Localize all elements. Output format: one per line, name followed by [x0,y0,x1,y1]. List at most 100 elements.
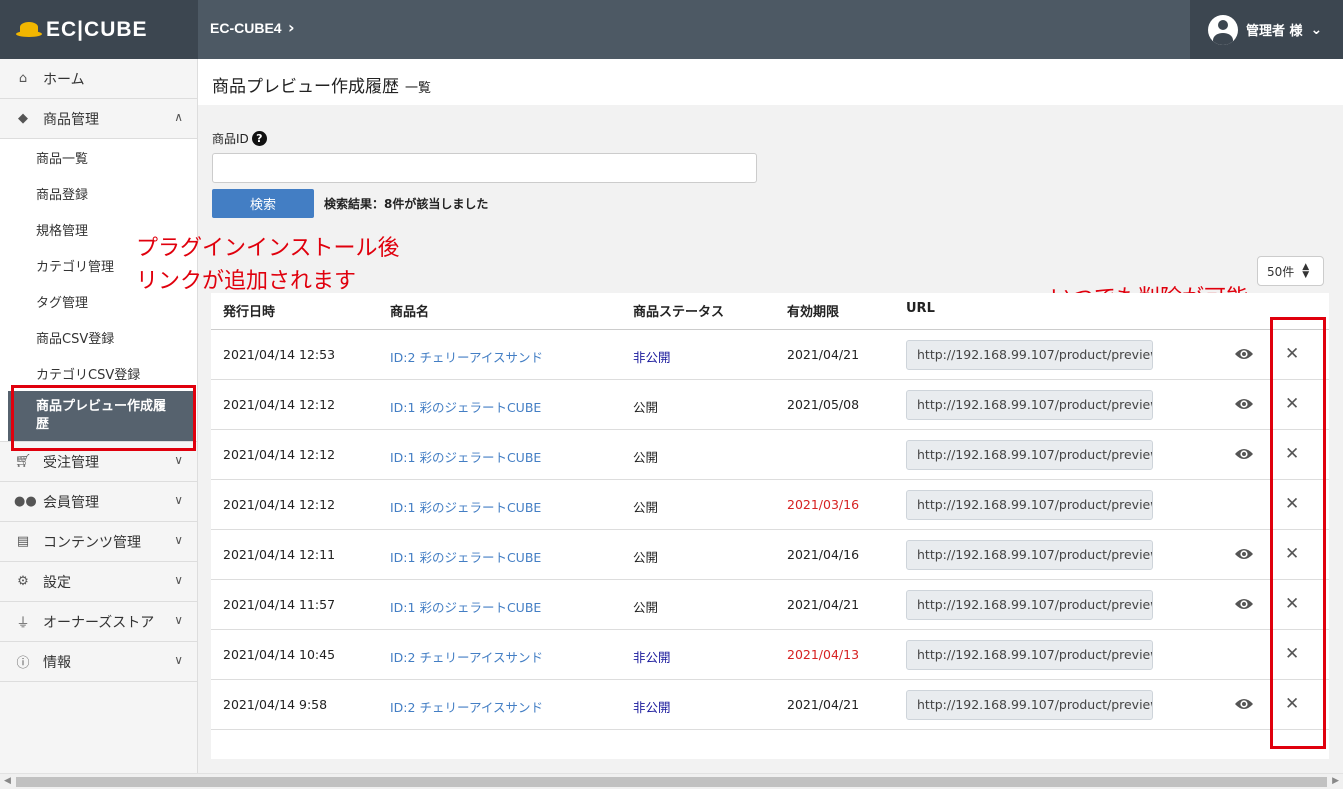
horizontal-scrollbar[interactable]: ◀ ▶ [0,773,1343,789]
row-url-field[interactable]: http://192.168.99.107/product/preview/9 [906,690,1153,720]
submenu-product-register[interactable]: 商品登録 [0,175,197,211]
question-icon[interactable]: ? [251,131,267,146]
eye-icon[interactable] [1234,596,1254,612]
home-icon: ⌂ [18,71,28,86]
row-product-link[interactable]: ID:1 彩のジェラートCUBE [390,497,541,516]
sidebar-item-home[interactable]: ⌂ ホーム [0,59,197,99]
row-url-field[interactable]: http://192.168.99.107/product/preview/a [906,490,1153,520]
row-date: 2021/04/14 9:58 [223,697,328,712]
row-status: 公開 [633,400,659,415]
row-url-field[interactable]: http://192.168.99.107/product/preview/a [906,440,1153,470]
per-page-value: 50件 [1267,264,1295,279]
chevron-down-icon: ⌄ [1310,21,1323,38]
top-header: EC|CUBE EC-CUBE4 › 管理者 様 ⌄ [0,0,1343,59]
user-menu[interactable]: 管理者 様 ⌄ [1190,0,1343,59]
row-expiry: 2021/04/13 [787,647,860,662]
chevron-down-icon: ∨ [174,573,183,587]
select-arrows-icon: ▲ ▼ [1302,262,1310,280]
product-id-label-text: 商品ID [212,132,249,146]
row-url-field[interactable]: http://192.168.99.107/product/preview/f [906,590,1153,620]
chevron-up-icon: ∧ [174,110,183,124]
table-row: 2021/04/14 12:11 ID:1 彩のジェラートCUBE 公開 2021/0… [211,530,1329,580]
row-date: 2021/04/14 12:12 [223,397,336,412]
eye-icon[interactable] [1234,446,1254,462]
row-product-link[interactable]: ID:1 彩のジェラートCUBE [390,597,541,616]
row-product-link[interactable]: ID:1 彩のジェラートCUBE [390,547,541,566]
row-status: 非公開 [633,350,671,365]
row-url-field[interactable]: http://192.168.99.107/product/preview/6 [906,390,1153,420]
row-url-field[interactable]: http://192.168.99.107/product/preview/e [906,640,1153,670]
row-expiry: 2021/04/21 [787,697,860,712]
header-url: URL [906,301,935,316]
box-icon: ◆ [18,111,28,126]
submenu-product-list[interactable]: 商品一覧 [0,139,197,175]
chevron-down-icon: ∨ [174,493,183,507]
user-name: 管理者 様 [1246,24,1303,39]
chevron-down-icon: ∨ [174,453,183,467]
table-row: 2021/04/14 12:12 ID:1 彩のジェラートCUBE 公開 2021/0… [211,380,1329,430]
per-page-select[interactable]: 50件 ▲ ▼ [1257,256,1324,286]
header-date: 発行日時 [223,305,276,320]
logo-text: EC|CUBE [46,17,148,41]
sidebar-item-owners-store[interactable]: ⏚ オーナーズストア ∨ [0,602,197,642]
header-expiry: 有効期限 [787,305,840,320]
page-title: 商品プレビュー作成履歴 一覧 [212,72,431,97]
row-expiry: 2021/04/21 [787,347,860,362]
page-title-text: 商品プレビュー作成履歴 [212,77,399,97]
sidebar-item-settings[interactable]: ⚙ 設定 ∨ [0,562,197,602]
cube-hat-icon [16,20,42,40]
table-row: 2021/04/14 9:58 ID:2 チェリーアイスサンド 非公開 2021/04… [211,680,1329,730]
submenu-product-csv[interactable]: 商品CSV登録 [0,319,197,355]
scroll-right-arrow-icon[interactable]: ▶ [1332,776,1339,786]
scrollbar-thumb[interactable] [16,777,1327,787]
row-date: 2021/04/14 11:57 [223,597,336,612]
search-result-text: 検索結果：8件が該当しました [324,197,489,211]
header-status: 商品ステータス [633,305,725,320]
row-product-link[interactable]: ID:2 チェリーアイスサンド [390,647,543,666]
info-icon: ⓘ [16,656,30,671]
preview-history-table: 発行日時 商品名 商品ステータス 有効期限 URL 2021/04/14 12:… [211,293,1329,759]
table-row: 2021/04/14 12:12 ID:1 彩のジェラートCUBE 公開 http:/… [211,430,1329,480]
annotation-box-delete-column [1270,317,1326,749]
row-expiry: 2021/04/21 [787,597,860,612]
row-status: 公開 [633,500,659,515]
row-date: 2021/04/14 12:11 [223,547,336,562]
row-date: 2021/04/14 10:45 [223,647,336,662]
search-button[interactable]: 検索 [212,189,314,218]
gear-icon: ⚙ [17,574,29,589]
eye-icon[interactable] [1234,346,1254,362]
scroll-left-arrow-icon[interactable]: ◀ [4,776,11,786]
row-product-link[interactable]: ID:1 彩のジェラートCUBE [390,397,541,416]
row-product-link[interactable]: ID:2 チェリーアイスサンド [390,697,543,716]
sidebar-item-contents[interactable]: ▤ コンテンツ管理 ∨ [0,522,197,562]
sidebar-item-members[interactable]: ●● 会員管理 ∨ [0,482,197,522]
row-url-field[interactable]: http://192.168.99.107/product/preview/7 [906,340,1153,370]
sidebar-item-products[interactable]: ◆ 商品管理 ∧ [0,99,197,139]
sidebar-item-label: 受注管理 [43,454,99,471]
sidebar-item-label: 商品管理 [43,111,99,128]
row-url-field[interactable]: http://192.168.99.107/product/preview/0 [906,540,1153,570]
sidebar-item-label: 設定 [43,574,71,591]
row-date: 2021/04/14 12:53 [223,347,336,362]
row-status: 非公開 [633,700,671,715]
product-id-label: 商品ID ? [212,130,267,147]
sidebar-item-info[interactable]: ⓘ 情報 ∨ [0,642,197,682]
product-id-input[interactable] [212,153,757,183]
row-status: 非公開 [633,650,671,665]
table-row: 2021/04/14 11:57 ID:1 彩のジェラートCUBE 公開 2021/0… [211,580,1329,630]
plugin-annotation-line1: プラグインインストール後 [136,236,400,261]
users-icon: ●● [14,494,37,509]
chevron-right-icon[interactable]: › [288,18,295,37]
shop-name-link[interactable]: EC-CUBE4 [210,20,282,36]
row-status: 公開 [633,450,659,465]
eye-icon[interactable] [1234,396,1254,412]
row-product-link[interactable]: ID:1 彩のジェラートCUBE [390,447,541,466]
annotation-box-submenu [11,385,196,451]
chevron-down-icon: ∨ [174,613,183,627]
plugin-annotation: プラグインインストール後 リンクが追加されます [136,232,400,298]
logo[interactable]: EC|CUBE [0,0,198,59]
sidebar-item-label: 会員管理 [43,494,99,511]
eye-icon[interactable] [1234,696,1254,712]
row-product-link[interactable]: ID:2 チェリーアイスサンド [390,347,543,366]
eye-icon[interactable] [1234,546,1254,562]
